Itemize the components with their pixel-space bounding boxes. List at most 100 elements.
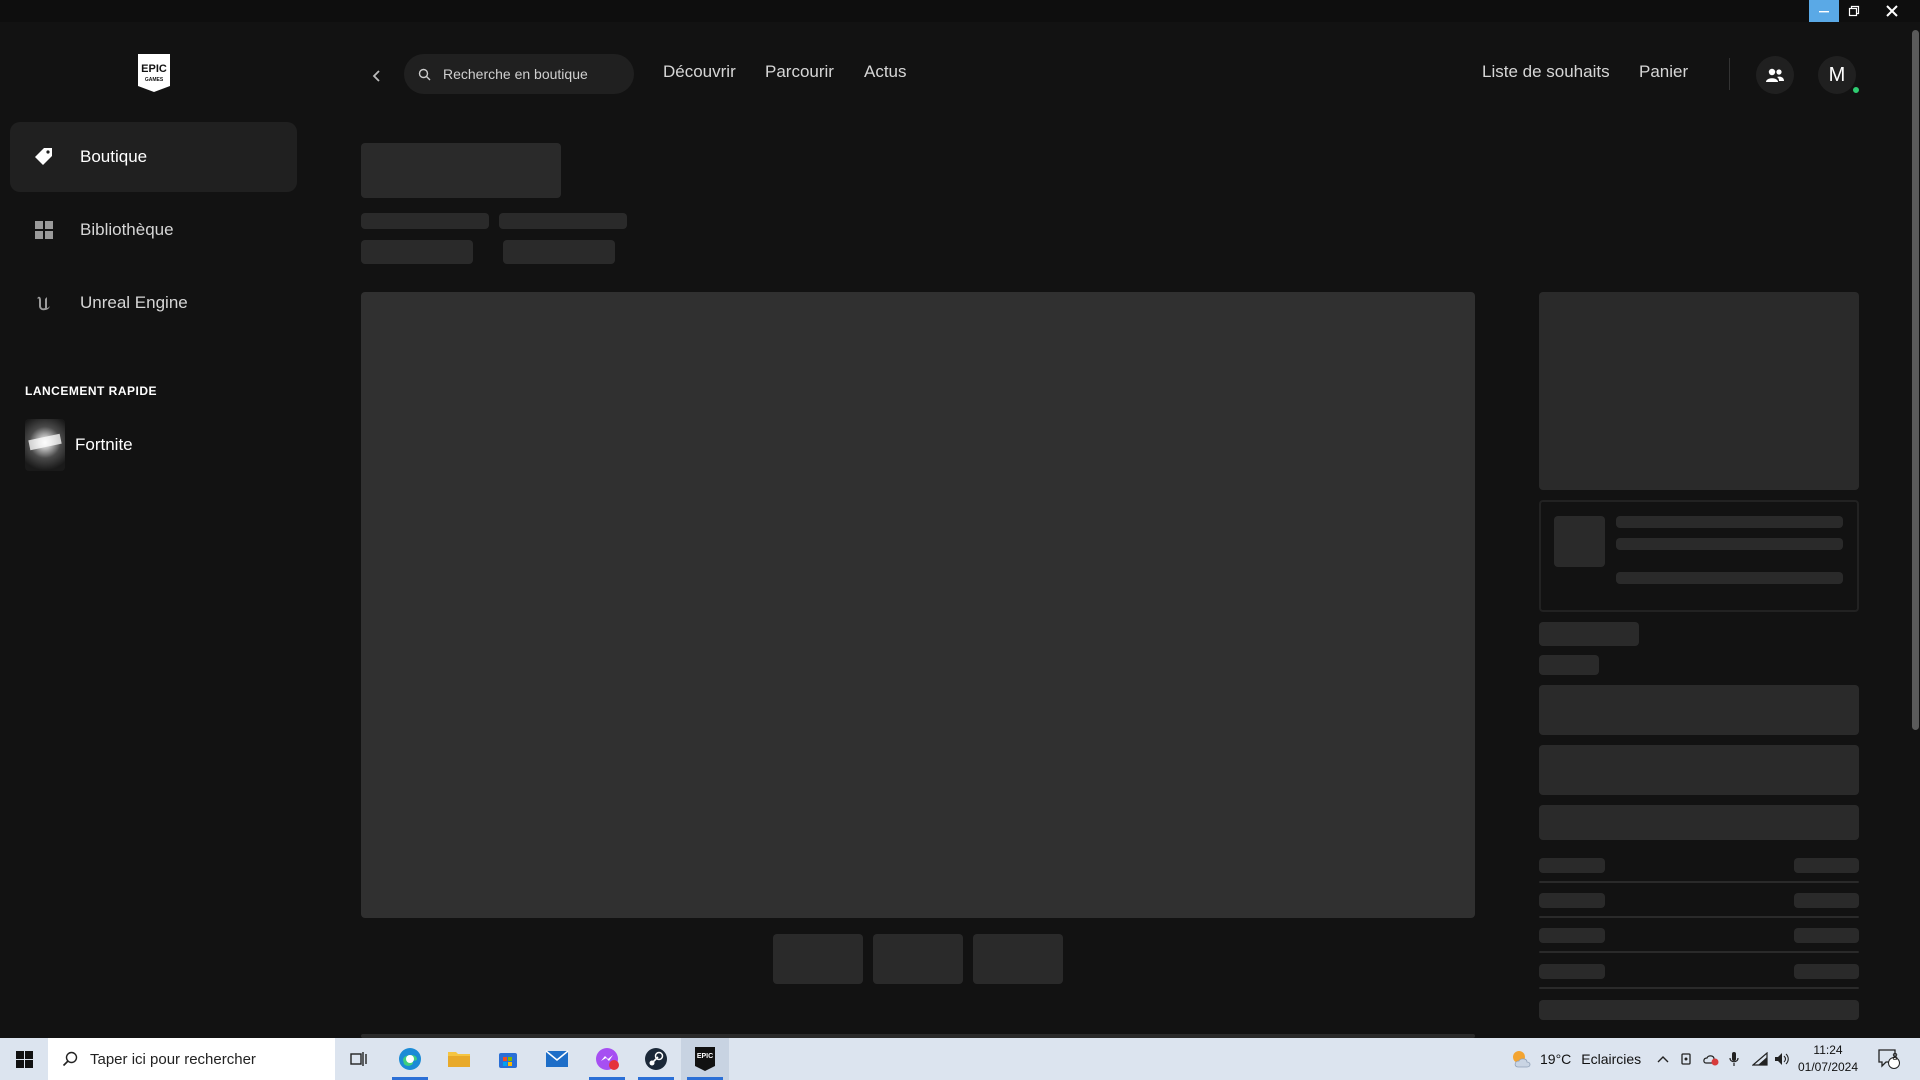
header-divider bbox=[1729, 58, 1730, 90]
skeleton-separator bbox=[1539, 951, 1859, 953]
skeleton-detail-row bbox=[1539, 1000, 1859, 1020]
skeleton-button bbox=[1539, 745, 1859, 795]
skeleton-detail-value bbox=[1794, 893, 1859, 908]
volume-icon[interactable] bbox=[1774, 1038, 1790, 1080]
weather-widget[interactable]: 19°C Eclaircies bbox=[1510, 1038, 1641, 1080]
meet-now-icon[interactable] bbox=[1680, 1038, 1694, 1080]
taskbar-search-placeholder: Taper ici pour rechercher bbox=[90, 1050, 256, 1068]
grid-icon bbox=[34, 220, 54, 240]
chevron-up-icon bbox=[1657, 1056, 1669, 1063]
tag-icon bbox=[34, 147, 54, 167]
skeleton-detail-label bbox=[1539, 858, 1605, 873]
skeleton-product-logo bbox=[1539, 292, 1859, 490]
minimize-icon bbox=[1819, 11, 1829, 13]
skeleton-detail-value bbox=[1794, 928, 1859, 943]
clock-time: 11:24 bbox=[1813, 1043, 1843, 1057]
taskbar-search[interactable]: Taper ici pour rechercher bbox=[48, 1038, 335, 1080]
epic-games-icon[interactable]: EPIC bbox=[681, 1038, 729, 1080]
svg-text:EPIC: EPIC bbox=[141, 63, 167, 75]
nav-link-actus[interactable]: Actus bbox=[864, 62, 907, 82]
skeleton-thumbnail bbox=[773, 934, 863, 984]
skeleton-separator bbox=[1539, 916, 1859, 918]
skeleton-line bbox=[1616, 516, 1843, 528]
title-bar bbox=[0, 0, 1920, 22]
skeleton-line bbox=[499, 213, 627, 229]
skeleton-tag bbox=[503, 240, 615, 264]
skeleton-tag bbox=[361, 240, 473, 264]
skeleton-detail-label bbox=[1539, 893, 1605, 908]
notification-count: 8 bbox=[1892, 1052, 1898, 1063]
friends-button[interactable] bbox=[1756, 56, 1794, 94]
skeleton-title bbox=[361, 143, 561, 198]
start-button[interactable] bbox=[0, 1038, 48, 1080]
epic-games-logo[interactable]: EPIC GAMES bbox=[136, 52, 172, 94]
search-icon bbox=[418, 68, 431, 80]
back-button[interactable] bbox=[362, 61, 392, 91]
mail-icon[interactable] bbox=[533, 1038, 581, 1080]
launcher-window: EPIC GAMES Boutique Bibliothèque Unreal … bbox=[0, 22, 1920, 1038]
quick-launch-item-fortnite[interactable]: Fortnite bbox=[25, 419, 133, 471]
partly-sunny-icon bbox=[1513, 1051, 1531, 1068]
notification-center-button[interactable]: 8 bbox=[1878, 1038, 1900, 1080]
file-explorer-icon[interactable] bbox=[435, 1038, 483, 1080]
skeleton-separator bbox=[1539, 987, 1859, 989]
skeleton-rating-icon bbox=[1554, 516, 1605, 567]
svg-text:GAMES: GAMES bbox=[145, 77, 164, 83]
sidebar: EPIC GAMES Boutique Bibliothèque Unreal … bbox=[0, 22, 302, 1038]
skeleton-media-carousel bbox=[361, 292, 1475, 918]
chevron-left-icon bbox=[372, 70, 380, 82]
sidebar-item-label: Bibliothèque bbox=[80, 220, 174, 239]
top-nav: Découvrir Parcourir Actus Liste de souha… bbox=[302, 22, 1902, 122]
taskbar: Taper ici pour rechercher EPIC 19°C Ecla… bbox=[0, 1038, 1920, 1080]
messenger-icon[interactable] bbox=[583, 1038, 631, 1080]
clock-date: 01/07/2024 bbox=[1797, 1060, 1859, 1074]
skeleton-line bbox=[1616, 538, 1843, 550]
nav-link-parcourir[interactable]: Parcourir bbox=[765, 62, 834, 82]
skeleton-separator bbox=[1539, 881, 1859, 883]
sidebar-item-bibliotheque[interactable]: Bibliothèque bbox=[10, 195, 297, 265]
task-view-icon[interactable] bbox=[335, 1038, 383, 1080]
restore-icon bbox=[1848, 5, 1860, 17]
network-icon[interactable] bbox=[1752, 1038, 1768, 1080]
skeleton-thumbnail bbox=[873, 934, 963, 984]
skeleton-price bbox=[1539, 655, 1599, 675]
scrollbar-thumb[interactable] bbox=[1912, 30, 1919, 730]
skeleton-thumbnail bbox=[973, 934, 1063, 984]
store-search[interactable] bbox=[404, 54, 634, 94]
minimize-button[interactable] bbox=[1809, 0, 1839, 22]
sidebar-item-label: Unreal Engine bbox=[80, 293, 188, 312]
skeleton-detail-label bbox=[1539, 928, 1605, 943]
edge-icon[interactable] bbox=[386, 1038, 434, 1080]
search-icon bbox=[62, 1051, 78, 1067]
steam-icon[interactable] bbox=[632, 1038, 680, 1080]
quick-launch-label: Fortnite bbox=[75, 435, 133, 454]
fortnite-thumbnail bbox=[25, 419, 65, 471]
svg-text:EPIC: EPIC bbox=[697, 1053, 713, 1060]
system-clock[interactable]: 11:24 01/07/2024 bbox=[1792, 1042, 1864, 1076]
weather-condition: Eclaircies bbox=[1581, 1051, 1642, 1067]
skeleton-button bbox=[1539, 805, 1859, 840]
skeleton-detail-value bbox=[1794, 858, 1859, 873]
onedrive-error-icon[interactable] bbox=[1702, 1038, 1720, 1080]
skeleton-button bbox=[1539, 685, 1859, 735]
skeleton-detail-value bbox=[1794, 964, 1859, 979]
wishlist-link[interactable]: Liste de souhaits bbox=[1482, 62, 1610, 82]
show-hidden-icons-button[interactable] bbox=[1656, 1038, 1670, 1080]
friends-icon bbox=[1766, 68, 1784, 82]
online-status-indicator bbox=[1852, 86, 1860, 94]
microphone-icon[interactable] bbox=[1728, 1038, 1740, 1080]
cart-link[interactable]: Panier bbox=[1639, 62, 1688, 82]
close-button[interactable] bbox=[1877, 0, 1907, 22]
store-icon[interactable] bbox=[484, 1038, 532, 1080]
nav-link-decouvrir[interactable]: Découvrir bbox=[663, 62, 736, 82]
weather-temp: 19°C bbox=[1540, 1051, 1572, 1067]
avatar[interactable]: M bbox=[1818, 56, 1856, 94]
restore-button[interactable] bbox=[1839, 0, 1869, 22]
skeleton-detail-label bbox=[1539, 964, 1605, 979]
sidebar-item-unreal-engine[interactable]: Unreal Engine bbox=[10, 268, 297, 338]
sidebar-item-boutique[interactable]: Boutique bbox=[10, 122, 297, 192]
close-icon bbox=[1886, 5, 1898, 17]
search-input[interactable] bbox=[443, 66, 623, 82]
skeleton-badge bbox=[1539, 622, 1639, 646]
sidebar-item-label: Boutique bbox=[80, 147, 148, 166]
